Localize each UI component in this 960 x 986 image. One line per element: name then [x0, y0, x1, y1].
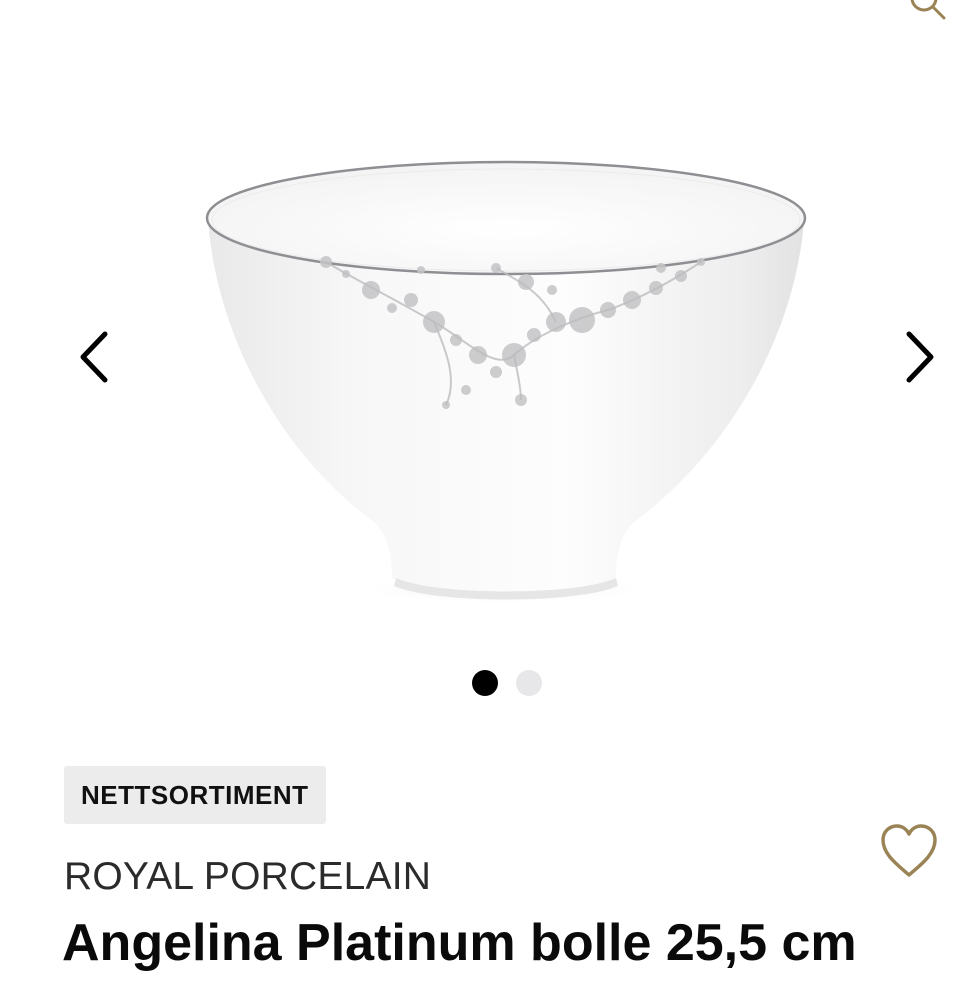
heart-outline-icon	[881, 824, 937, 877]
next-image-button[interactable]	[890, 322, 950, 392]
chevron-right-icon	[906, 331, 934, 383]
product-badge: NETTSORTIMENT	[64, 766, 326, 824]
carousel-dot-1[interactable]	[472, 670, 498, 696]
product-image	[205, 160, 807, 604]
product-image-carousel[interactable]	[0, 0, 960, 730]
chevron-left-icon	[80, 331, 108, 383]
carousel-pagination	[472, 670, 542, 696]
product-title: Angelina Platinum bolle 25,5 cm	[62, 914, 857, 972]
product-brand[interactable]: ROYAL PORCELAIN	[64, 855, 431, 899]
favorite-button[interactable]	[878, 822, 940, 880]
carousel-dot-2[interactable]	[516, 670, 542, 696]
previous-image-button[interactable]	[64, 322, 124, 392]
